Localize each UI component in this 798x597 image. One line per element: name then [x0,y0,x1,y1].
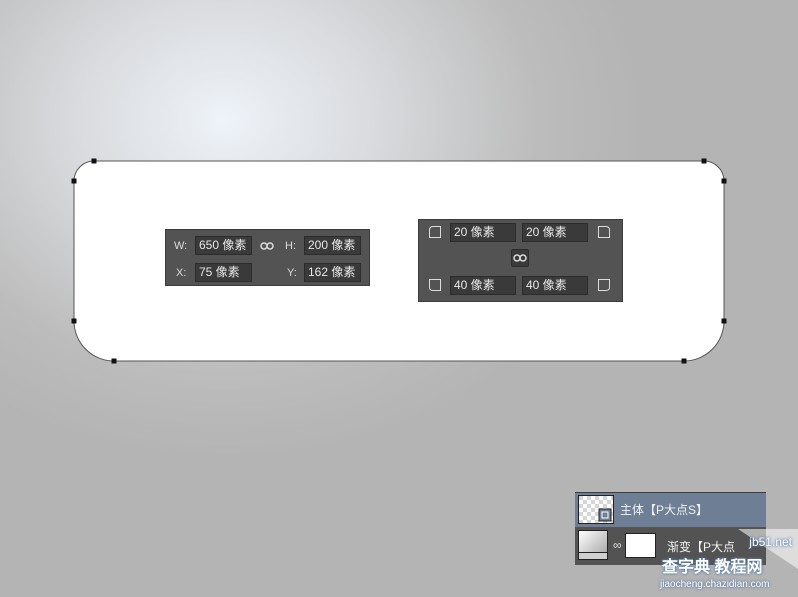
link-icon [260,242,274,250]
width-label: W: [174,240,188,252]
layer-name: 主体【P大点S】 [620,503,709,517]
x-label: X: [176,267,187,279]
bottom-left-radius-field[interactable]: 40 像素 [450,276,516,295]
watermark-chinese: 查字典 教程网 [662,559,763,576]
height-label: H: [285,240,296,252]
width-field[interactable]: 650 像素 [195,236,252,255]
shape-layer-icon [598,508,612,522]
layer-mask-link-icon[interactable]: ∞ [613,539,622,551]
anchor-point[interactable] [91,158,97,164]
top-right-corner-icon[interactable] [597,225,611,239]
gradient-layer-thumbnail [578,530,608,560]
link-dimensions-button[interactable] [258,237,276,255]
link-corners-button[interactable] [511,249,529,267]
anchor-point[interactable] [721,178,727,184]
anchor-point[interactable] [701,158,707,164]
y-position-field[interactable]: 162 像素 [304,263,361,282]
top-left-radius-field[interactable]: 20 像素 [450,223,516,242]
gradient-fill-icon [579,552,607,559]
corner-radius-panel: 20 像素 20 像素 40 像素 40 像素 [418,219,623,302]
anchor-point[interactable] [111,358,117,364]
x-position-field[interactable]: 75 像素 [195,263,252,282]
link-icon [513,254,527,262]
bottom-right-radius-field[interactable]: 40 像素 [522,276,588,295]
top-right-radius-field[interactable]: 20 像素 [522,223,588,242]
anchor-point[interactable] [71,318,77,324]
watermark-site: jb51.net [749,535,792,549]
bottom-left-corner-icon[interactable] [428,278,442,292]
height-field[interactable]: 200 像素 [304,236,361,255]
watermark-url: jiaocheng.chazidian.com [660,579,770,590]
anchor-point[interactable] [71,178,77,184]
y-label: Y: [287,267,297,279]
layer-thumbnail [578,495,614,524]
anchor-point[interactable] [721,318,727,324]
bottom-right-corner-icon[interactable] [597,278,611,292]
transform-panel: W: 650 像素 H: 200 像素 X: 75 像素 Y: 162 像素 [165,229,370,286]
anchor-point[interactable] [681,358,687,364]
watermark: jb51.net 查字典 教程网 jiaocheng.chazidian.com [648,529,798,597]
layer-row-main[interactable]: 主体【P大点S】 [575,493,766,527]
top-left-corner-icon[interactable] [428,225,442,239]
